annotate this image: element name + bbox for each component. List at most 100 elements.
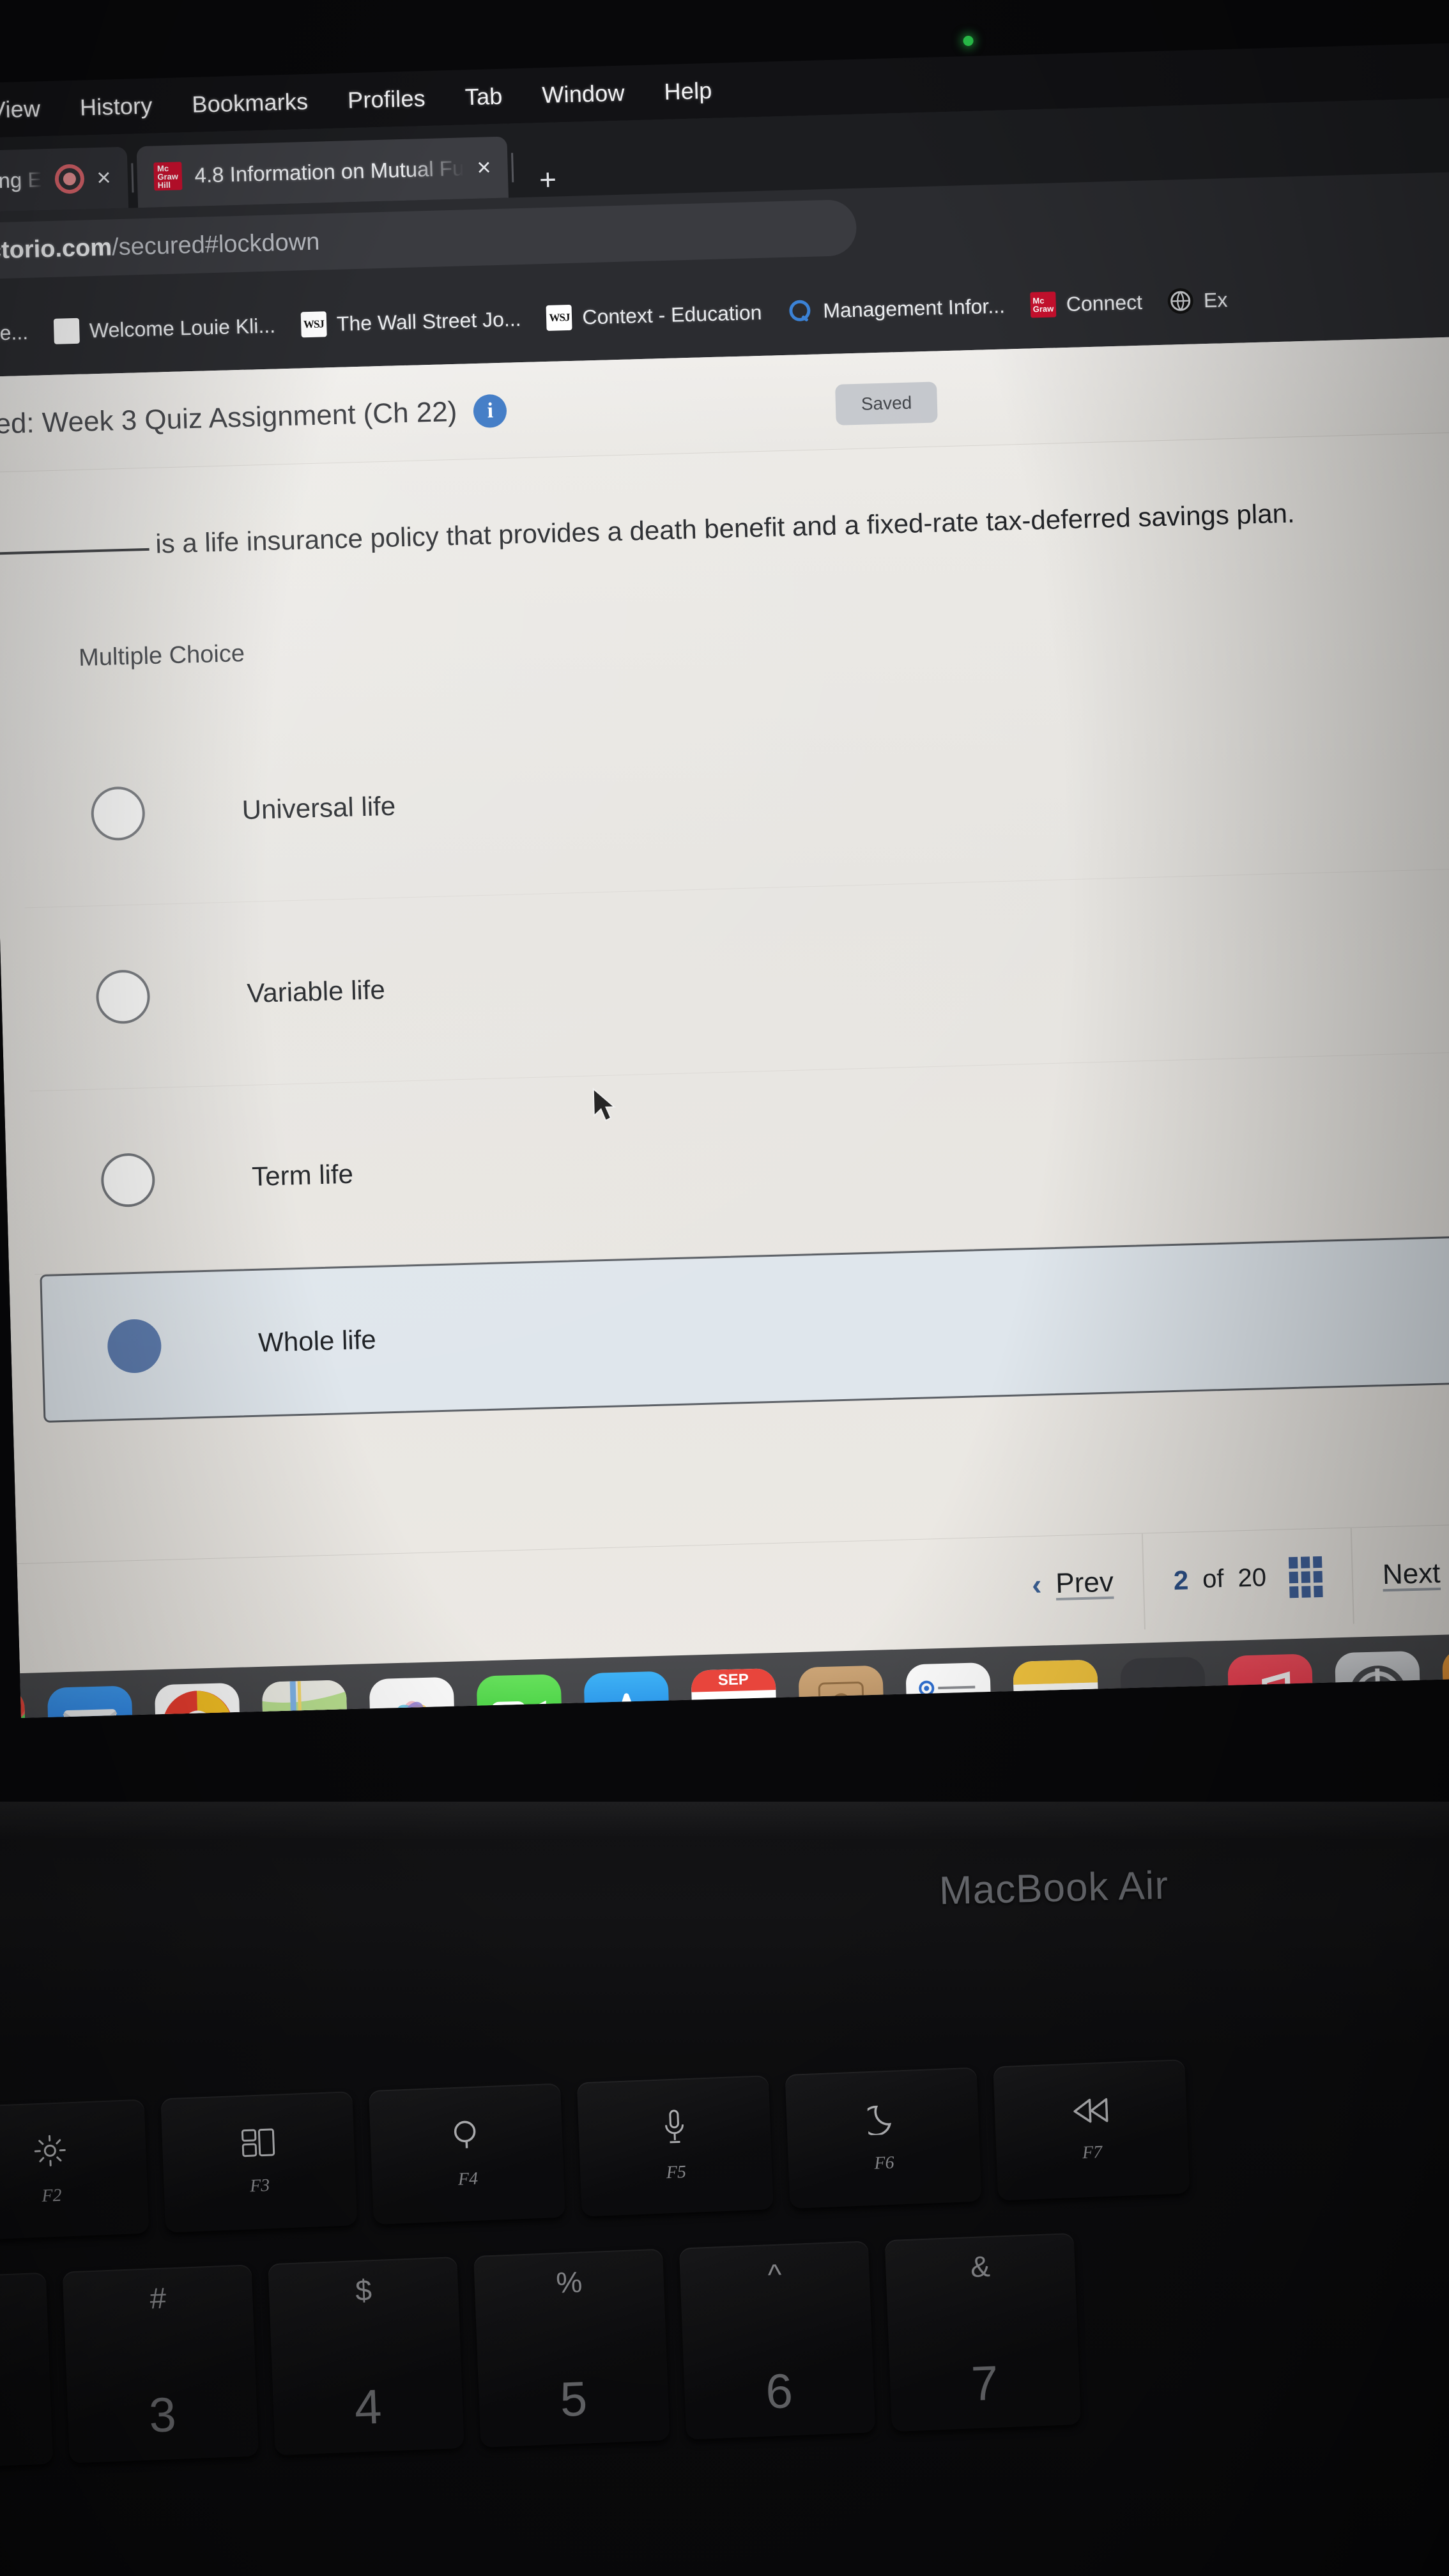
radio-button-selected[interactable] (107, 1318, 162, 1374)
answer-option-universal-life[interactable]: Universal life (0, 684, 1449, 908)
mcgraw-hill-icon: Mc Graw (1030, 291, 1057, 318)
key-label: F6 (873, 2152, 895, 2174)
key-f2[interactable]: F2 (0, 2099, 150, 2241)
menu-item-bookmarks[interactable]: Bookmarks (192, 88, 309, 118)
key-5[interactable]: % 5 (473, 2248, 670, 2448)
brightness-up-icon (33, 2133, 67, 2172)
menu-item-profiles[interactable]: Profiles (348, 85, 426, 114)
keyboard: F2 F3 F4 F5 F6 F7 # 3 $ 4 % 5 ^ 6 & 7 (0, 2047, 1449, 2576)
answer-option-label: Universal life (241, 790, 396, 825)
laptop-screen: View History Bookmarks Profiles Tab Wind… (0, 0, 1449, 1719)
key-f7[interactable]: F7 (993, 2059, 1190, 2201)
key-6[interactable]: ^ 6 (678, 2241, 876, 2440)
chrome-icon[interactable] (154, 1682, 241, 1719)
next-button[interactable]: Next › (1350, 1524, 1449, 1624)
browser-tab-proctoring[interactable]: Proctoring E × (0, 146, 128, 214)
answer-options: Universal life Variable life Term life W… (0, 684, 1449, 1424)
menu-item-window[interactable]: Window (542, 80, 625, 109)
current-page: 2 (1173, 1565, 1189, 1595)
crimson-stripe-icon (53, 318, 80, 344)
prev-button[interactable]: ‹ Prev (1001, 1533, 1144, 1633)
app-store-icon[interactable] (583, 1671, 670, 1719)
menu-item-view[interactable]: View (0, 95, 41, 123)
apple-tv-wordmark: tv (1140, 1683, 1187, 1717)
dock-overflow-icon[interactable] (1441, 1648, 1449, 1719)
key-f6[interactable]: F6 (785, 2067, 982, 2209)
key-label: F2 (41, 2185, 63, 2206)
key-7[interactable]: & 7 (884, 2232, 1081, 2432)
next-label: Next (1382, 1557, 1441, 1590)
key-number: 5 (559, 2372, 588, 2427)
menu-item-tab[interactable]: Tab (464, 83, 503, 111)
close-icon[interactable]: × (96, 164, 111, 192)
bookmark-label: The Wall Street Jo... (336, 307, 521, 335)
key-number: 4 (353, 2379, 383, 2435)
key-f5[interactable]: F5 (576, 2075, 774, 2217)
key-f4[interactable]: F4 (369, 2083, 565, 2225)
status-badge: Saved (835, 381, 939, 425)
mail-icon[interactable] (47, 1685, 134, 1719)
device-label: MacBook Air (939, 1863, 1169, 1913)
answer-option-label: Term life (251, 1158, 354, 1192)
apple-tv-icon[interactable]: tv (1120, 1656, 1207, 1719)
radio-button[interactable] (90, 786, 146, 841)
of-label: of (1202, 1565, 1225, 1593)
calendar-month: SEP (691, 1668, 776, 1692)
menu-item-help[interactable]: Help (664, 77, 712, 105)
address-bar[interactable]: ctorio.com /secured#lockdown (0, 199, 857, 280)
dark-globe-icon (1167, 288, 1194, 314)
key-2[interactable]: @ 2 (0, 2272, 54, 2471)
wsj-icon: WSJ (300, 311, 327, 338)
bookmark-item[interactable]: Welcome Louie Kli... (53, 312, 275, 344)
reminders-icon[interactable] (905, 1662, 992, 1719)
messages-icon[interactable]: 29 (0, 1688, 27, 1719)
do-not-disturb-moon-icon (861, 2102, 898, 2140)
info-icon[interactable]: i (473, 394, 507, 428)
function-key-row: F2 F3 F4 F5 F6 F7 (0, 2059, 1190, 2241)
bookmark-item[interactable]: Ex (1167, 287, 1228, 314)
bookmark-label: Management Infor... (822, 294, 1006, 322)
question-type-label: Multiple Choice (78, 640, 245, 671)
bookmark-item[interactable]: WSJ Context - Education (546, 300, 762, 331)
mission-control-icon (241, 2127, 275, 2162)
system-settings-icon[interactable] (1335, 1650, 1422, 1719)
photos-icon[interactable] (369, 1676, 456, 1719)
question-grid-icon[interactable] (1289, 1556, 1323, 1598)
bookmark-item[interactable]: Mc Graw Connect (1030, 289, 1142, 318)
maps-icon[interactable]: 280 (261, 1680, 349, 1719)
tab-divider (131, 163, 134, 193)
dictation-mic-icon (663, 2109, 687, 2149)
key-label: F4 (457, 2168, 479, 2189)
facetime-icon[interactable] (476, 1674, 564, 1719)
key-f3[interactable]: F3 (160, 2091, 358, 2233)
notes-icon[interactable] (1013, 1659, 1100, 1719)
calendar-icon[interactable]: SEP 18 (691, 1668, 778, 1719)
laptop-body: MacBook Air F2 F3 F4 F5 F6 F7 # 3 $ 4 % … (0, 1802, 1449, 2576)
key-3[interactable]: # 3 (62, 2264, 259, 2464)
music-icon[interactable] (1227, 1653, 1314, 1719)
radio-button[interactable] (95, 969, 151, 1025)
key-symbol: ^ (767, 2257, 783, 2292)
key-symbol: # (149, 2281, 167, 2315)
key-number: 7 (970, 2356, 1000, 2412)
bookmark-item[interactable]: Management Infor... (787, 293, 1006, 325)
tab-title: 4.8 Information on Mutual Fu (194, 156, 464, 187)
key-label: F3 (249, 2175, 270, 2196)
bookmark-label: Ex (1203, 288, 1228, 312)
close-icon[interactable]: × (477, 154, 491, 181)
question-sentence: is a life insurance policy that provides… (155, 498, 1296, 559)
notes-header-band (1013, 1659, 1098, 1685)
radio-button[interactable] (100, 1153, 156, 1208)
new-tab-button[interactable]: + (539, 162, 556, 197)
contacts-icon[interactable] (798, 1665, 885, 1719)
key-4[interactable]: $ 4 (268, 2256, 464, 2456)
bookmark-label: Klinge... (0, 320, 29, 346)
bookmark-label: Connect (1066, 290, 1143, 316)
bookmark-item[interactable]: WSJ The Wall Street Jo... (300, 306, 521, 338)
page-title: bled: Week 3 Quiz Assignment (Ch 22) (0, 395, 457, 440)
notes-lines (1013, 1682, 1100, 1719)
key-symbol: & (970, 2249, 991, 2284)
menu-item-history[interactable]: History (80, 93, 153, 121)
bookmark-item[interactable]: Klinge... (0, 320, 28, 346)
browser-tab-mutual-funds[interactable]: Mc Graw Hill 4.8 Information on Mutual Fu … (136, 136, 509, 208)
